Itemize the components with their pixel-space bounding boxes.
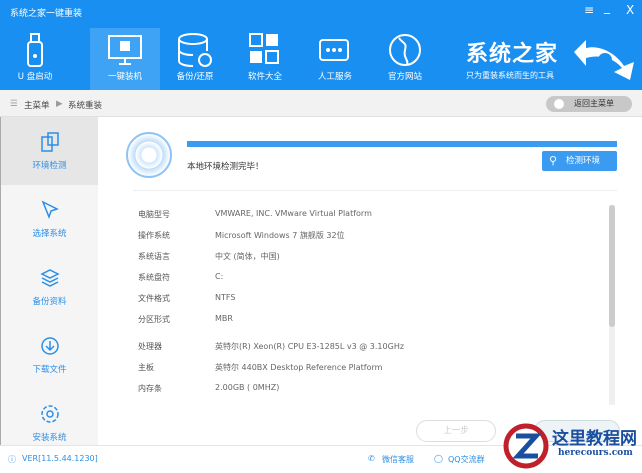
info-key: 处理器 — [138, 342, 162, 351]
nav-label: 软件大全 — [247, 72, 282, 82]
gear-icon — [40, 405, 59, 423]
nav-label: 人工服务 — [317, 72, 352, 82]
nav-label: 官方网站 — [387, 72, 422, 82]
info-key: 文件格式 — [138, 294, 170, 303]
watermark: 这里教程网 herecours.com — [500, 422, 642, 470]
wechat-support-link[interactable]: 微信客服 — [382, 454, 414, 465]
scrollbar[interactable] — [609, 205, 615, 405]
qq-group-link[interactable]: QQ交流群 — [448, 454, 485, 465]
close-button[interactable]: X — [626, 3, 634, 17]
sidebar: 环境检测 选择系统 备份资料 下载文件 安装系统 — [0, 117, 98, 445]
nav-backup-restore[interactable]: 备份/还原 — [160, 28, 230, 90]
info-key: 系统语言 — [138, 252, 170, 261]
breadcrumb-current: 系统重装 — [68, 101, 103, 111]
monitor-windows-icon — [108, 35, 142, 65]
back-to-main-button[interactable]: 返回主菜单 — [546, 96, 632, 112]
back-arrow-icon — [554, 99, 564, 109]
wechat-icon: ✆ — [368, 454, 375, 463]
watermark-z-logo-icon — [503, 423, 549, 469]
detect-status: 本地环境检测完毕！ — [187, 162, 264, 172]
sidebar-item-select-system[interactable]: 选择系统 — [1, 185, 98, 253]
info-icon: ⓘ — [8, 455, 16, 464]
globe-icon — [389, 34, 421, 66]
sidebar-item-download[interactable]: 下载文件 — [1, 321, 98, 389]
chat-icon — [319, 39, 349, 61]
layers-icon — [39, 269, 60, 287]
divider — [133, 190, 617, 191]
detect-progress-bar — [187, 141, 617, 147]
version-label: VER[11.5.44.1230] — [22, 454, 98, 463]
download-icon — [40, 337, 59, 355]
database-icon — [178, 33, 212, 67]
info-row: 电脑型号 VMWARE, INC. VMware Virtual Platform — [138, 209, 372, 220]
apps-grid-icon — [249, 33, 279, 64]
info-value: NTFS — [215, 293, 236, 302]
minimize-button[interactable]: _ — [604, 0, 610, 14]
info-key: 分区形式 — [138, 315, 170, 324]
qq-icon: ◯ — [434, 454, 443, 463]
info-value: 2.00GB ( 0MHZ) — [215, 383, 280, 392]
breadcrumb: ☰ 主菜单 ▶ 系统重装 返回主菜单 — [0, 90, 642, 117]
prev-step-button[interactable]: 上一步 — [416, 420, 496, 442]
window-title: 系统之家一键重装 — [10, 9, 83, 19]
brand-logo: 系统之家 只为重装系统而生的工具 — [466, 42, 559, 80]
nav-software[interactable]: 软件大全 — [230, 28, 300, 90]
cursor-icon — [41, 200, 59, 220]
breadcrumb-home[interactable]: 主菜单 — [24, 99, 50, 111]
info-value: C: — [215, 272, 224, 281]
info-row: 内存条 2.00GB ( 0MHZ) — [138, 383, 279, 394]
nav-label: 一键装机 — [107, 72, 142, 82]
sidebar-item-backup[interactable]: 备份资料 — [1, 253, 98, 321]
info-value: 英特尔 440BX Desktop Reference Platform — [215, 363, 383, 372]
info-value: VMWARE, INC. VMware Virtual Platform — [215, 209, 372, 218]
nav-manual-service[interactable]: 人工服务 — [300, 28, 370, 90]
info-value: Microsoft Windows 7 旗舰版 32位 — [215, 231, 345, 240]
info-value: 英特尔(R) Xeon(R) CPU E3-1285L v3 @ 3.10GHz — [215, 342, 405, 351]
menu-icon[interactable]: ≡ — [584, 3, 594, 17]
nav-label: 备份/还原 — [176, 72, 214, 82]
sidebar-item-env-check[interactable]: 环境检测 — [1, 117, 98, 185]
info-row: 系统盘符 C: — [138, 272, 223, 283]
usb-icon — [27, 33, 43, 67]
nav-one-click-install[interactable]: 一键装机 — [90, 28, 160, 90]
info-key: 系统盘符 — [138, 273, 170, 282]
search-icon: ⚲ — [549, 154, 558, 167]
info-row: 主板 英特尔 440BX Desktop Reference Platform — [138, 362, 382, 373]
nav-official-site[interactable]: 官方网站 — [370, 28, 440, 90]
radar-icon — [126, 132, 172, 178]
info-key: 内存条 — [138, 384, 162, 393]
brand-arrow-logo-icon — [574, 40, 634, 80]
detect-env-button[interactable]: ⚲ 检测环境 — [542, 151, 617, 171]
scrollbar-thumb[interactable] — [609, 205, 615, 327]
list-icon: ☰ — [10, 99, 18, 109]
chevron-right-icon: ▶ — [56, 99, 63, 109]
info-row: 处理器 英特尔(R) Xeon(R) CPU E3-1285L v3 @ 3.10… — [138, 341, 404, 352]
info-row: 系统语言 中文 (简体，中国) — [138, 251, 280, 262]
info-key: 操作系统 — [138, 231, 170, 240]
info-row: 分区形式 MBR — [138, 314, 233, 325]
info-value: 中文 (简体，中国) — [215, 252, 280, 261]
info-value: MBR — [215, 314, 233, 323]
header: 系统之家一键重装 ≡ _ X U 盘启动 一键装机 备份/还原 软件大全 人工服… — [0, 0, 642, 90]
nav-label: U 盘启动 — [17, 72, 53, 82]
info-row: 操作系统 Microsoft Windows 7 旗舰版 32位 — [138, 230, 345, 241]
devices-icon — [40, 132, 59, 152]
info-row: 文件格式 NTFS — [138, 293, 235, 304]
info-key: 电脑型号 — [138, 210, 170, 219]
nav-usb-boot[interactable]: U 盘启动 — [0, 28, 70, 90]
info-key: 主板 — [138, 363, 154, 372]
